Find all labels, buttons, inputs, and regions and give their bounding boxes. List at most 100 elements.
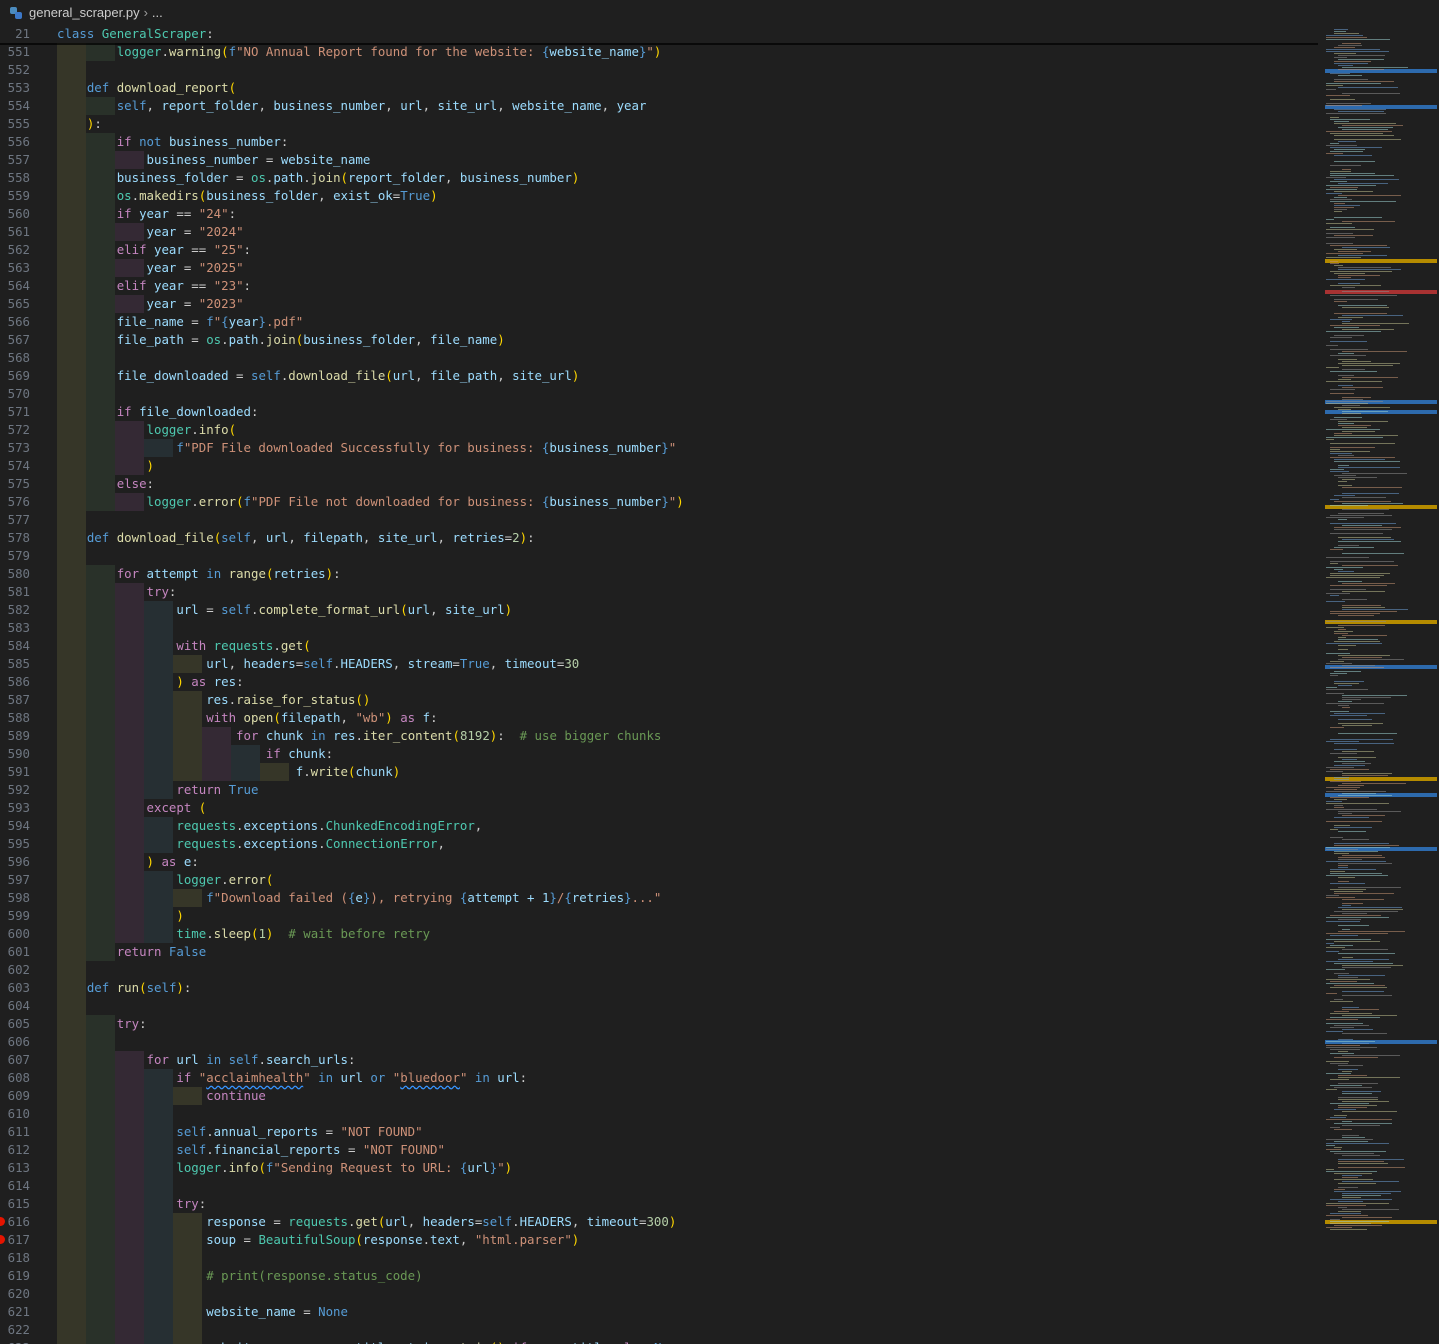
code-text[interactable]: website_name = None — [57, 1303, 348, 1321]
line-number[interactable]: 559 — [0, 187, 30, 205]
line-number[interactable]: 600 — [0, 925, 30, 943]
line-number[interactable]: 621 — [0, 1303, 30, 1321]
code-text[interactable]: soup = BeautifulSoup(response.text, "htm… — [57, 1231, 579, 1249]
code-text[interactable]: ) as e: — [57, 853, 199, 871]
line-number[interactable]: 588 — [0, 709, 30, 727]
code-text[interactable]: file_path = os.path.join(business_folder… — [57, 331, 505, 349]
code-text[interactable]: def run(self): — [57, 979, 192, 997]
line-number[interactable]: 584 — [0, 637, 30, 655]
line-number[interactable]: 565 — [0, 295, 30, 313]
code-text[interactable]: year = "2023" — [57, 295, 244, 313]
line-number[interactable]: 587 — [0, 691, 30, 709]
code-line[interactable]: 594 requests.exceptions.ChunkedEncodingE… — [0, 817, 1318, 835]
code-line[interactable]: 579 — [0, 547, 1318, 565]
code-line[interactable]: 614 — [0, 1177, 1318, 1195]
line-number[interactable]: 606 — [0, 1033, 30, 1051]
code-text[interactable]: os.makedirs(business_folder, exist_ok=Tr… — [57, 187, 438, 205]
code-text[interactable]: self, report_folder, business_number, ur… — [57, 97, 647, 115]
code-text[interactable]: with open(filepath, "wb") as f: — [57, 709, 437, 727]
code-text[interactable]: self.financial_reports = "NOT FOUND" — [57, 1141, 445, 1159]
code-line[interactable]: 578 def download_file(self, url, filepat… — [0, 529, 1318, 547]
code-text[interactable]: if chunk: — [57, 745, 333, 763]
code-line[interactable]: 593 except ( — [0, 799, 1318, 817]
code-line[interactable]: 608 if "acclaimhealth" in url or "bluedo… — [0, 1069, 1318, 1087]
code-text[interactable]: try: — [57, 1195, 206, 1213]
line-number[interactable]: 597 — [0, 871, 30, 889]
line-number[interactable]: 567 — [0, 331, 30, 349]
code-text[interactable]: requests.exceptions.ChunkedEncodingError… — [57, 817, 482, 835]
line-number[interactable]: 599 — [0, 907, 30, 925]
code-line[interactable]: 597 logger.error( — [0, 871, 1318, 889]
code-text[interactable]: url = self.complete_format_url(url, site… — [57, 601, 512, 619]
line-number[interactable]: 578 — [0, 529, 30, 547]
code-text[interactable]: return True — [57, 781, 258, 799]
line-number[interactable]: 623 — [0, 1339, 30, 1344]
code-text[interactable]: file_name = f"{year}.pdf" — [57, 313, 304, 331]
code-text[interactable]: try: — [57, 583, 177, 601]
code-line[interactable]: 604 — [0, 997, 1318, 1015]
code-text[interactable]: if not business_number: — [57, 133, 289, 151]
line-number[interactable]: 612 — [0, 1141, 30, 1159]
line-number[interactable]: 607 — [0, 1051, 30, 1069]
code-line[interactable]: 551 logger.warning(f"NO Annual Report fo… — [0, 43, 1318, 61]
line-number[interactable]: 620 — [0, 1285, 30, 1303]
code-line[interactable]: 599 ) — [0, 907, 1318, 925]
line-number[interactable]: 557 — [0, 151, 30, 169]
code-line[interactable]: 576 logger.error(f"PDF File not download… — [0, 493, 1318, 511]
line-number[interactable]: 574 — [0, 457, 30, 475]
code-line[interactable]: 609 continue — [0, 1087, 1318, 1105]
code-line[interactable]: 588 with open(filepath, "wb") as f: — [0, 709, 1318, 727]
line-number[interactable]: 601 — [0, 943, 30, 961]
code-line[interactable]: 567 file_path = os.path.join(business_fo… — [0, 331, 1318, 349]
code-line[interactable]: 606 — [0, 1033, 1318, 1051]
code-text[interactable]: continue — [57, 1087, 266, 1105]
code-line[interactable]: 580 for attempt in range(retries): — [0, 565, 1318, 583]
code-line[interactable]: 610 — [0, 1105, 1318, 1123]
line-number[interactable]: 594 — [0, 817, 30, 835]
line-number[interactable]: 603 — [0, 979, 30, 997]
line-number[interactable]: 575 — [0, 475, 30, 493]
line-number[interactable]: 561 — [0, 223, 30, 241]
line-number[interactable]: 591 — [0, 763, 30, 781]
line-number[interactable]: 581 — [0, 583, 30, 601]
line-number[interactable]: 619 — [0, 1267, 30, 1285]
code-text[interactable]: response = requests.get(url, headers=sel… — [57, 1213, 676, 1231]
code-line[interactable]: 616 response = requests.get(url, headers… — [0, 1213, 1318, 1231]
line-number[interactable]: 604 — [0, 997, 30, 1015]
code-line[interactable]: 564 elif year == "23": — [0, 277, 1318, 295]
code-text[interactable]: # print(response.status_code) — [57, 1267, 422, 1285]
code-text[interactable]: elif year == "25": — [57, 241, 251, 259]
code-line[interactable]: 573 f"PDF File downloaded Successfully f… — [0, 439, 1318, 457]
line-number[interactable]: 610 — [0, 1105, 30, 1123]
line-number[interactable]: 598 — [0, 889, 30, 907]
code-text[interactable]: f"PDF File downloaded Successfully for b… — [57, 439, 676, 457]
code-text[interactable]: class GeneralScraper: — [57, 25, 214, 43]
code-text[interactable]: f"Download failed ({e}), retrying {attem… — [57, 889, 661, 907]
line-number[interactable]: 553 — [0, 79, 30, 97]
code-text[interactable]: if year == "24": — [57, 205, 236, 223]
code-text[interactable]: except ( — [57, 799, 207, 817]
line-number[interactable]: 566 — [0, 313, 30, 331]
line-number[interactable]: 609 — [0, 1087, 30, 1105]
line-number[interactable]: 556 — [0, 133, 30, 151]
code-line[interactable]: 592 return True — [0, 781, 1318, 799]
code-line[interactable]: 554 self, report_folder, business_number… — [0, 97, 1318, 115]
code-line[interactable]: 559 os.makedirs(business_folder, exist_o… — [0, 187, 1318, 205]
code-line[interactable]: 615 try: — [0, 1195, 1318, 1213]
line-number[interactable]: 582 — [0, 601, 30, 619]
code-line[interactable]: 570 — [0, 385, 1318, 403]
code-line[interactable]: 612 self.financial_reports = "NOT FOUND" — [0, 1141, 1318, 1159]
code-line[interactable]: 618 — [0, 1249, 1318, 1267]
code-line[interactable]: 556 if not business_number: — [0, 133, 1318, 151]
line-number[interactable]: 555 — [0, 115, 30, 133]
code-line[interactable]: 574 ) — [0, 457, 1318, 475]
breadcrumb-more[interactable]: ... — [152, 5, 163, 20]
line-number[interactable]: 579 — [0, 547, 30, 565]
code-line[interactable]: 568 — [0, 349, 1318, 367]
line-number[interactable]: 613 — [0, 1159, 30, 1177]
breadcrumb-file[interactable]: general_scraper.py — [29, 5, 140, 20]
code-text[interactable]: with requests.get( — [57, 637, 310, 655]
code-line[interactable]: 569 file_downloaded = self.download_file… — [0, 367, 1318, 385]
code-line[interactable]: 581 try: — [0, 583, 1318, 601]
code-line[interactable]: 617 soup = BeautifulSoup(response.text, … — [0, 1231, 1318, 1249]
